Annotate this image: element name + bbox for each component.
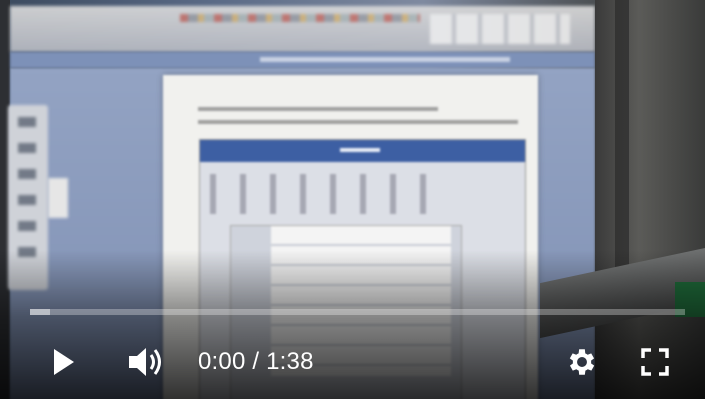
mute-button[interactable] (124, 342, 168, 386)
blurred-side-panel (48, 178, 68, 218)
progress-loaded (30, 309, 50, 315)
play-button[interactable] (42, 342, 86, 386)
blurred-text-line (198, 107, 438, 111)
fullscreen-icon (640, 347, 670, 382)
blurred-text-line (198, 120, 518, 124)
duration: 1:38 (266, 348, 314, 375)
time-separator: / (245, 348, 267, 375)
current-time: 0:00 (198, 348, 246, 375)
settings-button[interactable] (560, 342, 604, 386)
play-icon (51, 347, 77, 382)
gear-icon (565, 345, 599, 384)
blurred-app-titlebar (10, 52, 595, 68)
volume-icon (127, 345, 165, 384)
progress-bar[interactable] (30, 309, 685, 315)
fullscreen-button[interactable] (633, 342, 677, 386)
blurred-dialog-icons (210, 174, 430, 214)
time-display: 0:00 / 1:38 (198, 348, 314, 376)
player-controls: 0:00 / 1:38 (0, 330, 705, 395)
blurred-app-ribbon (10, 6, 595, 52)
blurred-dialog-title (200, 140, 525, 162)
